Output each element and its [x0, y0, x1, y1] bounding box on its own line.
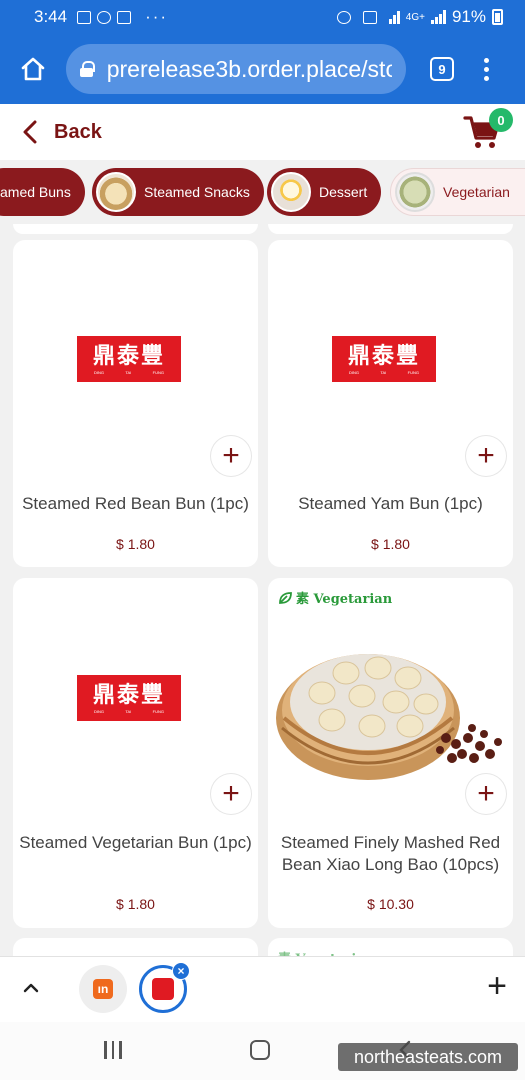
- product-name: Steamed Red Bean Bun (1pc): [22, 494, 249, 513]
- plus-icon: +: [222, 777, 240, 810]
- news-notification-icon: [117, 10, 132, 24]
- add-to-cart-button[interactable]: +: [466, 774, 506, 814]
- category-chip-steamed-buns[interactable]: amed Buns: [0, 168, 85, 216]
- new-tab-plus-icon[interactable]: +: [487, 969, 507, 1003]
- product-card[interactable]: 鼎泰豐 DING TAI FUNG + Steamed Yam Bun (1pc) …: [268, 240, 513, 567]
- category-chip-vegetarian[interactable]: Vegetarian: [390, 168, 525, 216]
- back-button[interactable]: Back: [54, 121, 102, 144]
- vegetarian-tag-label: 素 Vegetarian: [296, 592, 393, 607]
- cart-button[interactable]: 0: [463, 108, 513, 150]
- app-header: Back 0: [0, 104, 525, 160]
- product-name: Steamed Yam Bun (1pc): [298, 494, 483, 513]
- screen: 3:44 ··· 4G+ 91% prerelease3b.order.plac…: [0, 0, 525, 1080]
- product-price: $ 10.30: [367, 896, 414, 912]
- vegetarian-thumbnail: [395, 172, 435, 212]
- category-label: Steamed Snacks: [144, 184, 250, 200]
- steamed-snacks-thumbnail: [96, 172, 136, 212]
- xiao-long-bao-photo: [276, 654, 502, 780]
- alarm-icon: [336, 10, 351, 24]
- brand-logo: 鼎泰豐 DING TAI FUNG: [77, 675, 181, 721]
- browser-tab-strip: ın × +: [0, 956, 525, 1022]
- product-price: $ 1.80: [116, 536, 155, 552]
- product-price: $ 1.80: [371, 536, 410, 552]
- category-bar: amed Buns Steamed Snacks Dessert Vegetar…: [0, 160, 525, 228]
- home-nav-icon[interactable]: [250, 1040, 270, 1060]
- product-card[interactable]: 鼎泰豐 DING TAI FUNG + Steamed Red Bean Bun (…: [13, 240, 258, 567]
- product-name: Steamed Vegetarian Bun (1pc): [19, 833, 252, 852]
- logo-subtext: DING TAI FUNG: [349, 369, 419, 375]
- cart-count-badge: 0: [489, 108, 513, 132]
- logo-text: 鼎泰豐: [92, 342, 165, 369]
- tab-favicon: ın: [93, 979, 113, 999]
- back-chevron-icon[interactable]: [22, 119, 38, 145]
- battery-percent: 91%: [451, 7, 486, 26]
- browser-menu-button[interactable]: [484, 57, 489, 81]
- status-time: 3:44: [34, 7, 68, 26]
- network-type: 4G+: [405, 11, 425, 23]
- chevron-up-icon[interactable]: [22, 979, 40, 997]
- battery-icon: [492, 9, 503, 25]
- add-to-cart-button[interactable]: +: [466, 436, 506, 476]
- plus-icon: +: [477, 439, 495, 472]
- tab-switcher-button[interactable]: 9: [430, 57, 454, 81]
- browser-toolbar: prerelease3b.order.place/sto 9: [0, 34, 525, 104]
- dessert-thumbnail: [271, 172, 311, 212]
- lock-icon: [80, 61, 95, 77]
- recent-apps-icon[interactable]: [104, 1041, 122, 1059]
- more-notifications-icon: ···: [145, 7, 169, 26]
- gallery-notification-icon: [77, 10, 92, 24]
- vegetarian-tag: 素 Vegetarian: [278, 588, 392, 607]
- category-label: Dessert: [319, 184, 368, 200]
- home-button[interactable]: [16, 52, 50, 86]
- brand-logo: 鼎泰豐 DING TAI FUNG: [332, 336, 436, 382]
- mute-icon: [362, 10, 377, 24]
- product-card[interactable]: 鼎泰豐 DING TAI FUNG + Steamed Vegetarian Bun…: [13, 578, 258, 928]
- status-right: 4G+ 91%: [336, 7, 503, 27]
- logo-subtext: DING TAI FUNG: [94, 369, 164, 375]
- plus-icon: +: [222, 439, 240, 472]
- address-bar[interactable]: prerelease3b.order.place/sto: [66, 44, 406, 94]
- home-icon: [21, 57, 45, 81]
- watermark: northeasteats.com: [338, 1043, 518, 1071]
- wifi-signal-icon: [388, 10, 400, 24]
- browser-tab-thumbnail[interactable]: ın: [79, 965, 127, 1013]
- close-tab-icon[interactable]: ×: [172, 962, 190, 980]
- logo-subtext: DING TAI FUNG: [94, 708, 164, 714]
- product-card-peek: [13, 224, 258, 234]
- category-chip-steamed-snacks[interactable]: Steamed Snacks: [92, 168, 264, 216]
- category-label: amed Buns: [0, 184, 71, 200]
- logo-text: 鼎泰豐: [347, 342, 420, 369]
- add-to-cart-button[interactable]: +: [211, 436, 251, 476]
- brand-logo: 鼎泰豐 DING TAI FUNG: [77, 336, 181, 382]
- whatsapp-notification-icon: [97, 10, 112, 24]
- browser-tab-thumbnail-active[interactable]: ×: [139, 962, 190, 1013]
- leaf-icon: [279, 591, 292, 604]
- product-price: $ 1.80: [116, 896, 155, 912]
- tab-favicon: [152, 978, 174, 1000]
- category-chip-dessert[interactable]: Dessert: [267, 168, 382, 216]
- url-text: prerelease3b.order.place/sto: [106, 55, 392, 82]
- product-name: Steamed Finely Mashed Red Bean Xiao Long…: [280, 833, 501, 874]
- cell-signal-icon: [430, 10, 446, 24]
- category-label: Vegetarian: [443, 184, 510, 200]
- logo-text: 鼎泰豐: [92, 681, 165, 708]
- add-to-cart-button[interactable]: +: [211, 774, 251, 814]
- status-bar: 3:44 ··· 4G+ 91%: [0, 0, 525, 34]
- plus-icon: +: [477, 777, 495, 810]
- product-card[interactable]: 素 Vegetarian + Steamed Finely Mashed Red…: [268, 578, 513, 928]
- product-card-peek: [268, 224, 513, 234]
